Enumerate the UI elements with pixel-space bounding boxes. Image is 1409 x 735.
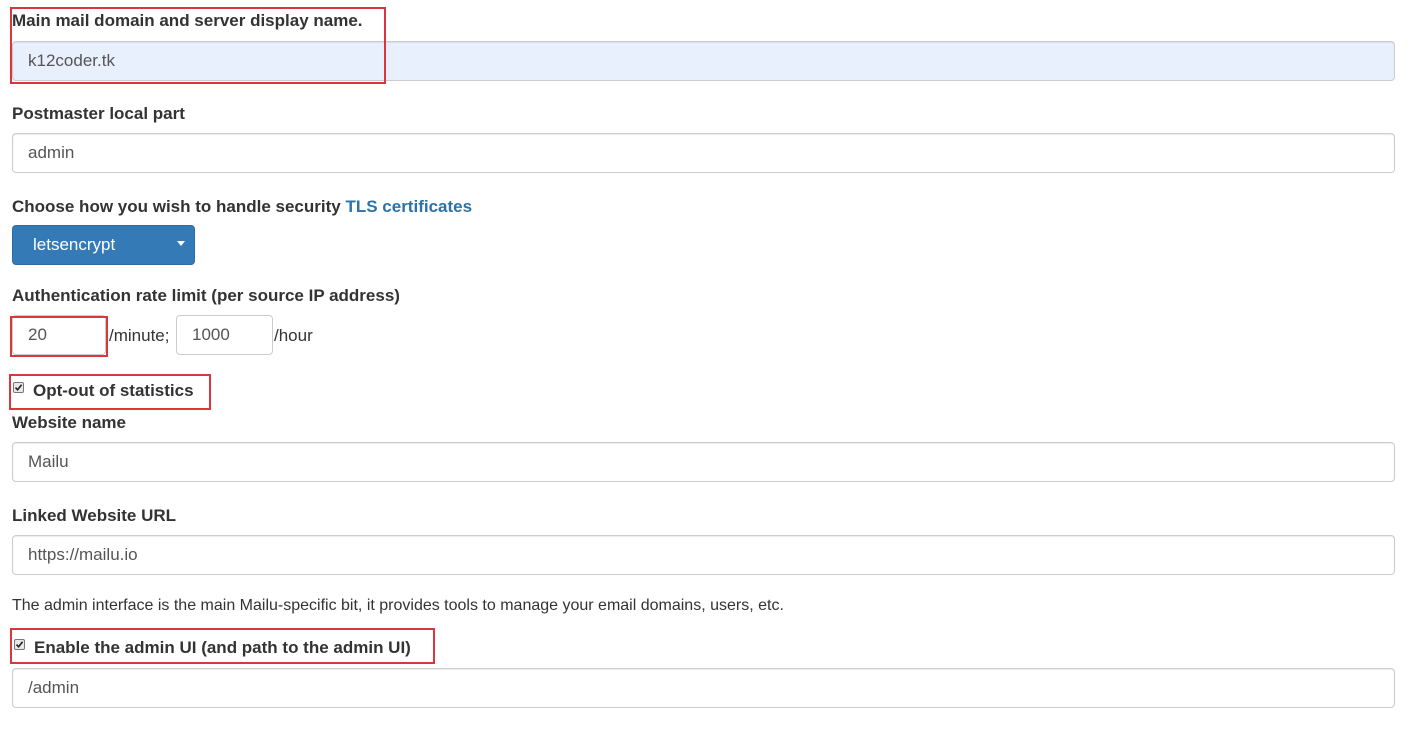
domain-input[interactable]: k12coder.tk	[12, 41, 1395, 81]
check-icon	[15, 641, 24, 649]
website-url-input[interactable]: https://mailu.io	[12, 535, 1395, 575]
tls-select[interactable]: letsencrypt	[12, 225, 195, 265]
tls-certificates-link[interactable]: TLS certificates	[345, 197, 472, 216]
postmaster-label: Postmaster local part	[12, 104, 185, 123]
chevron-down-icon	[177, 241, 185, 246]
website-name-input[interactable]: Mailu	[12, 442, 1395, 482]
check-icon	[14, 384, 23, 392]
statistics-label: Opt-out of statistics	[33, 381, 194, 400]
admin-checkbox[interactable]	[14, 639, 25, 650]
website-url-label: Linked Website URL	[12, 506, 177, 525]
rate-per-minute-input[interactable]: 20	[12, 315, 106, 355]
postmaster-input[interactable]: admin	[12, 133, 1395, 173]
per-hour-suffix: /hour	[274, 326, 313, 345]
rate-per-hour-input[interactable]: 1000	[176, 315, 273, 355]
tls-select-value: letsencrypt	[33, 235, 116, 254]
admin-info-text: The admin interface is the main Mailu-sp…	[12, 597, 784, 614]
admin-path-input[interactable]: /admin	[12, 668, 1395, 708]
admin-label: Enable the admin UI (and path to the adm…	[34, 638, 411, 657]
statistics-checkbox[interactable]	[13, 382, 24, 393]
domain-label: Main mail domain and server display name…	[12, 11, 363, 30]
rate-limit-label: Authentication rate limit (per source IP…	[12, 286, 400, 305]
tls-label-text: Choose how you wish to handle security	[12, 197, 341, 216]
website-name-label: Website name	[12, 413, 127, 432]
per-minute-suffix: /minute;	[109, 326, 170, 345]
tls-label: Choose how you wish to handle security T…	[12, 197, 472, 217]
